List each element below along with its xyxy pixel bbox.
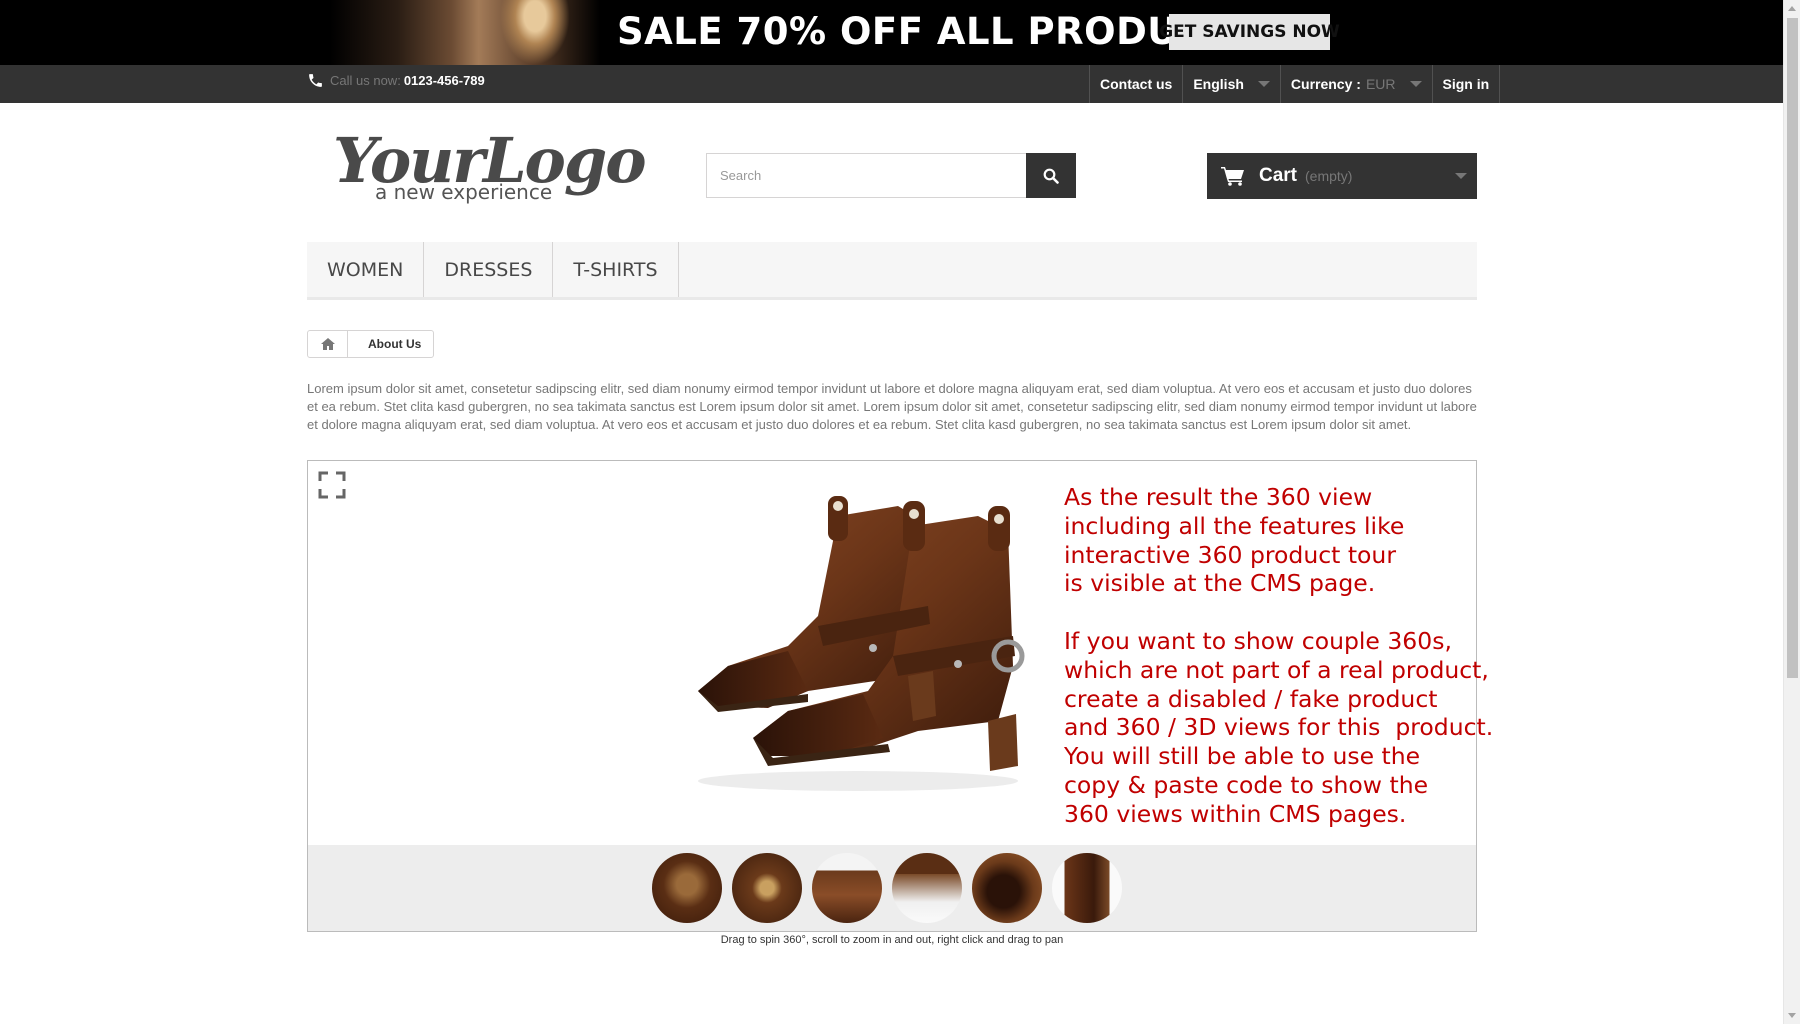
language-selector[interactable]: English [1183, 65, 1281, 103]
fullscreen-icon[interactable] [318, 471, 346, 499]
cart-label: Cart [1259, 165, 1298, 186]
chevron-down-icon [1257, 81, 1270, 87]
scrollbar-thumb[interactable] [1787, 18, 1798, 678]
site-logo[interactable]: YourLogo a new experience [333, 124, 647, 209]
thumbnail-6[interactable] [1052, 853, 1122, 923]
search-input[interactable] [706, 153, 1026, 198]
call-label: Call us now: [330, 73, 401, 88]
scroll-up-arrow-icon[interactable] [1788, 6, 1796, 11]
viewer-caption: Drag to spin 360°, scroll to zoom in and… [720, 934, 1064, 946]
currency-selector[interactable]: Currency : EUR [1281, 65, 1433, 103]
thumbnail-4[interactable] [892, 853, 962, 923]
logo-tagline: a new experience [375, 180, 553, 204]
menu-item-dresses[interactable]: DRESSES [424, 242, 554, 297]
breadcrumb-current: About Us [368, 337, 422, 351]
scroll-down-arrow-icon[interactable] [1788, 1013, 1796, 1018]
currency-label: Currency : [1290, 76, 1361, 92]
breadcrumb: About Us [307, 330, 435, 358]
call-number: 0123-456-789 [403, 73, 485, 88]
category-menu: WOMEN DRESSES T-SHIRTS [307, 242, 1477, 300]
contact-us-link[interactable]: Contact us [1090, 65, 1184, 103]
chevron-down-icon [1455, 173, 1467, 179]
chevron-down-icon [1409, 81, 1422, 87]
call-us: Call us now: 0123-456-789 [307, 72, 485, 89]
viewer-note-text: As the result the 360 view including all… [1064, 483, 1494, 828]
thumbnail-2[interactable] [732, 853, 802, 923]
shopping-cart-icon [1221, 167, 1244, 186]
cart-status: (empty) [1305, 168, 1353, 184]
thumbnail-1[interactable] [652, 853, 722, 923]
thumbnail-3[interactable] [812, 853, 882, 923]
search-icon [1043, 168, 1059, 184]
thumbnail-5[interactable] [972, 853, 1042, 923]
phone-icon [309, 74, 322, 87]
promo-banner[interactable]: SALE 70% OFF ALL PRODUCTS GET SAVINGS NO… [0, 0, 1783, 65]
promo-model-image [500, 0, 570, 65]
boots-product-image [698, 496, 1025, 791]
get-savings-button[interactable]: GET SAVINGS NOW [1159, 14, 1340, 50]
cart-button[interactable]: Cart (empty) [1207, 153, 1477, 199]
breadcrumb-home[interactable] [308, 331, 348, 357]
page-scrollbar[interactable] [1783, 0, 1800, 1024]
home-icon [320, 338, 335, 350]
currency-value: EUR [1365, 76, 1396, 92]
menu-item-t-shirts[interactable]: T-SHIRTS [553, 242, 679, 297]
menu-item-women[interactable]: WOMEN [307, 242, 425, 297]
search-form [706, 153, 1076, 198]
top-nav-links: Contact us English Currency : EUR Sign i… [1089, 65, 1501, 103]
sign-in-link[interactable]: Sign in [1433, 65, 1501, 103]
page-intro-text: Lorem ipsum dolor sit amet, consetetur s… [307, 381, 1477, 432]
product-360-viewer[interactable]: As the result the 360 view including all… [307, 460, 1493, 932]
language-label: English [1193, 76, 1244, 92]
top-nav-bar: Call us now: 0123-456-789 Contact us Eng… [0, 65, 1783, 103]
search-button[interactable] [1026, 153, 1076, 198]
thumbnail-strip [308, 845, 1476, 931]
